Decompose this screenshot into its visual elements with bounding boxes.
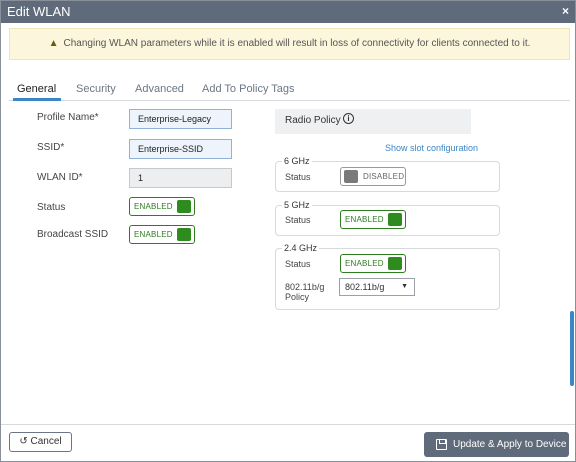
toggle-knob: [177, 200, 191, 213]
policy-label-line2: Policy: [285, 292, 310, 302]
warning-text: Changing WLAN parameters while it is ena…: [63, 38, 531, 49]
policy-label-line1: 802.11b/g: [285, 282, 325, 292]
band-6ghz-status-text: DISABLED: [363, 172, 405, 181]
cancel-button[interactable]: ↺ Cancel: [9, 432, 72, 452]
save-icon: [436, 439, 447, 450]
close-icon[interactable]: ×: [562, 4, 569, 18]
band-24ghz-status-label: Status: [285, 259, 311, 269]
undo-icon: ↺: [19, 436, 28, 447]
toggle-knob: [388, 213, 402, 226]
band-24ghz-status-text: ENABLED: [345, 259, 384, 268]
cancel-button-label: Cancel: [30, 436, 62, 447]
caret-down-icon: ▼: [401, 283, 408, 290]
wlan-id-label: WLAN ID*: [37, 172, 83, 183]
toggle-knob: [344, 170, 358, 183]
update-apply-label: Update & Apply to Device: [453, 439, 567, 450]
band-24ghz-name: 2.4 GHz: [282, 243, 320, 253]
ssid-input[interactable]: Enterprise-SSID: [129, 139, 232, 159]
show-slot-configuration-link[interactable]: Show slot configuration: [385, 143, 478, 153]
band-5ghz-status-toggle[interactable]: ENABLED: [340, 210, 406, 229]
policy-select[interactable]: 802.11b/g ▼: [339, 278, 415, 296]
warning-icon: ▲: [48, 38, 59, 49]
band-6ghz-status-toggle[interactable]: DISABLED: [340, 167, 406, 186]
ssid-label: SSID*: [37, 142, 65, 153]
band-6ghz-group: 6 GHz Status DISABLED: [275, 156, 500, 192]
edit-wlan-dialog: Edit WLAN × ▲ Changing WLAN parameters wh…: [0, 0, 576, 462]
tab-bar: General Security Advanced Add To Policy …: [9, 77, 570, 101]
warning-banner: ▲ Changing WLAN parameters while it is en…: [9, 28, 570, 60]
tab-general[interactable]: General: [17, 83, 56, 95]
dialog-footer: ↺ Cancel Update & Apply to Device: [1, 424, 575, 461]
info-icon[interactable]: i: [343, 113, 354, 124]
status-toggle-text: ENABLED: [134, 202, 173, 211]
band-5ghz-status-text: ENABLED: [345, 215, 384, 224]
tab-security[interactable]: Security: [76, 83, 116, 95]
broadcast-ssid-toggle-text: ENABLED: [134, 230, 173, 239]
radio-policy-title: Radio Policy: [285, 115, 341, 126]
toggle-knob: [177, 228, 191, 241]
scrollbar[interactable]: [570, 311, 574, 386]
profile-name-input[interactable]: Enterprise-Legacy: [129, 109, 232, 129]
toggle-knob: [388, 257, 402, 270]
dialog-title: Edit WLAN: [7, 4, 71, 19]
band-5ghz-group: 5 GHz Status ENABLED: [275, 200, 500, 236]
tab-advanced[interactable]: Advanced: [135, 83, 184, 95]
profile-name-label: Profile Name*: [37, 112, 99, 123]
tab-add-to-policy-tags[interactable]: Add To Policy Tags: [202, 83, 295, 95]
broadcast-ssid-label: Broadcast SSID: [37, 229, 109, 240]
band-6ghz-name: 6 GHz: [282, 156, 312, 166]
radio-policy-header: Radio Policy i: [275, 109, 471, 134]
broadcast-ssid-toggle[interactable]: ENABLED: [129, 225, 195, 244]
policy-select-value: 802.11b/g: [345, 282, 385, 292]
status-toggle[interactable]: ENABLED: [129, 197, 195, 216]
title-bar: Edit WLAN ×: [1, 1, 575, 23]
update-apply-button[interactable]: Update & Apply to Device: [424, 432, 569, 457]
band-5ghz-name: 5 GHz: [282, 200, 312, 210]
status-label: Status: [37, 202, 66, 213]
band-6ghz-status-label: Status: [285, 172, 311, 182]
wlan-id-input: 1: [129, 168, 232, 188]
band-24ghz-status-toggle[interactable]: ENABLED: [340, 254, 406, 273]
active-tab-indicator: [13, 98, 61, 101]
band-5ghz-status-label: Status: [285, 215, 311, 225]
